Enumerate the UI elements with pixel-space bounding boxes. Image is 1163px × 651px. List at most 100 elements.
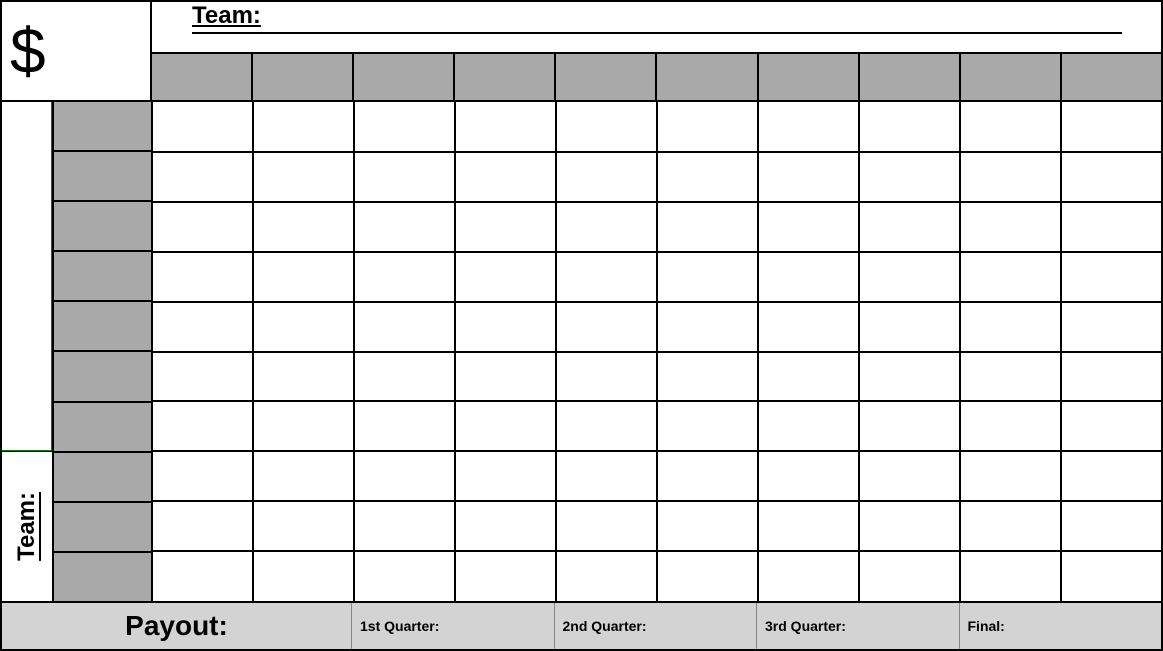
grid-cell[interactable] [960, 302, 1061, 352]
grid-cell[interactable] [455, 202, 556, 252]
grid-cell[interactable] [354, 451, 455, 501]
grid-cell[interactable] [152, 501, 253, 551]
grid-cell[interactable] [859, 352, 960, 402]
grid-cell[interactable] [758, 102, 859, 152]
grid-cell[interactable] [455, 352, 556, 402]
grid-cell[interactable] [657, 252, 758, 302]
grid-cell[interactable] [859, 252, 960, 302]
grid-cell[interactable] [455, 252, 556, 302]
top-number-cell[interactable] [960, 52, 1061, 100]
left-number-cell[interactable] [52, 201, 152, 251]
grid-cell[interactable] [152, 352, 253, 402]
grid-cell[interactable] [455, 152, 556, 202]
grid-cell[interactable] [556, 501, 657, 551]
grid-cell[interactable] [556, 451, 657, 501]
grid-cell[interactable] [960, 451, 1061, 501]
grid-cell[interactable] [657, 551, 758, 601]
grid-cell[interactable] [657, 451, 758, 501]
grid-cell[interactable] [1061, 302, 1161, 352]
grid-cell[interactable] [556, 302, 657, 352]
grid-cell[interactable] [859, 551, 960, 601]
grid-cell[interactable] [253, 551, 354, 601]
grid-cell[interactable] [758, 202, 859, 252]
grid-cell[interactable] [859, 202, 960, 252]
left-number-cell[interactable] [52, 351, 152, 401]
payout-q3[interactable]: 3rd Quarter: [757, 603, 960, 649]
grid-cell[interactable] [758, 451, 859, 501]
top-number-cell[interactable] [1061, 52, 1161, 100]
grid-cell[interactable] [556, 102, 657, 152]
grid-cell[interactable] [253, 152, 354, 202]
grid-cell[interactable] [556, 202, 657, 252]
grid-cell[interactable] [960, 102, 1061, 152]
grid-cell[interactable] [455, 102, 556, 152]
grid-cell[interactable] [253, 352, 354, 402]
grid-cell[interactable] [859, 451, 960, 501]
grid-cell[interactable] [556, 352, 657, 402]
grid-cell[interactable] [657, 102, 758, 152]
grid-cell[interactable] [758, 252, 859, 302]
left-number-cell[interactable] [52, 402, 152, 452]
left-number-cell[interactable] [52, 552, 152, 601]
grid-cell[interactable] [152, 202, 253, 252]
grid-cell[interactable] [1061, 352, 1161, 402]
grid-cell[interactable] [960, 352, 1061, 402]
grid-cell[interactable] [758, 152, 859, 202]
grid-cell[interactable] [859, 302, 960, 352]
grid-cell[interactable] [758, 501, 859, 551]
grid-cell[interactable] [253, 102, 354, 152]
grid-cell[interactable] [859, 102, 960, 152]
grid-cell[interactable] [152, 551, 253, 601]
grid-cell[interactable] [1061, 551, 1161, 601]
top-number-cell[interactable] [353, 52, 454, 100]
top-number-cell[interactable] [152, 52, 252, 100]
grid-cell[interactable] [253, 501, 354, 551]
left-number-cell[interactable] [52, 151, 152, 201]
grid-cell[interactable] [253, 202, 354, 252]
grid-cell[interactable] [1061, 152, 1161, 202]
price-box[interactable]: $ [2, 2, 152, 100]
payout-q1[interactable]: 1st Quarter: [352, 603, 555, 649]
left-number-cell[interactable] [52, 251, 152, 301]
grid-cell[interactable] [758, 401, 859, 451]
left-number-cell[interactable] [52, 301, 152, 351]
grid-cell[interactable] [354, 302, 455, 352]
left-number-cell[interactable] [52, 502, 152, 552]
grid-cell[interactable] [859, 401, 960, 451]
grid-cell[interactable] [960, 401, 1061, 451]
grid-cell[interactable] [354, 501, 455, 551]
left-number-cell[interactable] [52, 452, 152, 502]
grid-cell[interactable] [354, 551, 455, 601]
grid-cell[interactable] [253, 401, 354, 451]
grid-cell[interactable] [152, 102, 253, 152]
grid-cell[interactable] [657, 202, 758, 252]
grid-cell[interactable] [657, 302, 758, 352]
team-left-label-box[interactable]: Team: [2, 451, 52, 601]
grid-cell[interactable] [758, 551, 859, 601]
grid-cell[interactable] [253, 451, 354, 501]
top-number-cell[interactable] [758, 52, 859, 100]
grid-cell[interactable] [253, 302, 354, 352]
grid-cell[interactable] [1061, 252, 1161, 302]
top-number-cell[interactable] [859, 52, 960, 100]
grid-cell[interactable] [253, 252, 354, 302]
grid-cell[interactable] [354, 252, 455, 302]
grid-cell[interactable] [960, 551, 1061, 601]
grid-cell[interactable] [859, 501, 960, 551]
grid-cell[interactable] [1061, 202, 1161, 252]
payout-q2[interactable]: 2nd Quarter: [555, 603, 758, 649]
grid-cell[interactable] [657, 401, 758, 451]
grid-cell[interactable] [960, 152, 1061, 202]
left-number-cell[interactable] [52, 102, 152, 151]
grid-cell[interactable] [455, 451, 556, 501]
grid-cell[interactable] [455, 501, 556, 551]
grid-cell[interactable] [152, 302, 253, 352]
grid-cell[interactable] [354, 352, 455, 402]
grid-cell[interactable] [455, 551, 556, 601]
grid-cell[interactable] [960, 501, 1061, 551]
grid-cell[interactable] [657, 352, 758, 402]
top-number-cell[interactable] [555, 52, 656, 100]
grid-cell[interactable] [354, 202, 455, 252]
top-number-cell[interactable] [656, 52, 757, 100]
grid-cell[interactable] [960, 202, 1061, 252]
